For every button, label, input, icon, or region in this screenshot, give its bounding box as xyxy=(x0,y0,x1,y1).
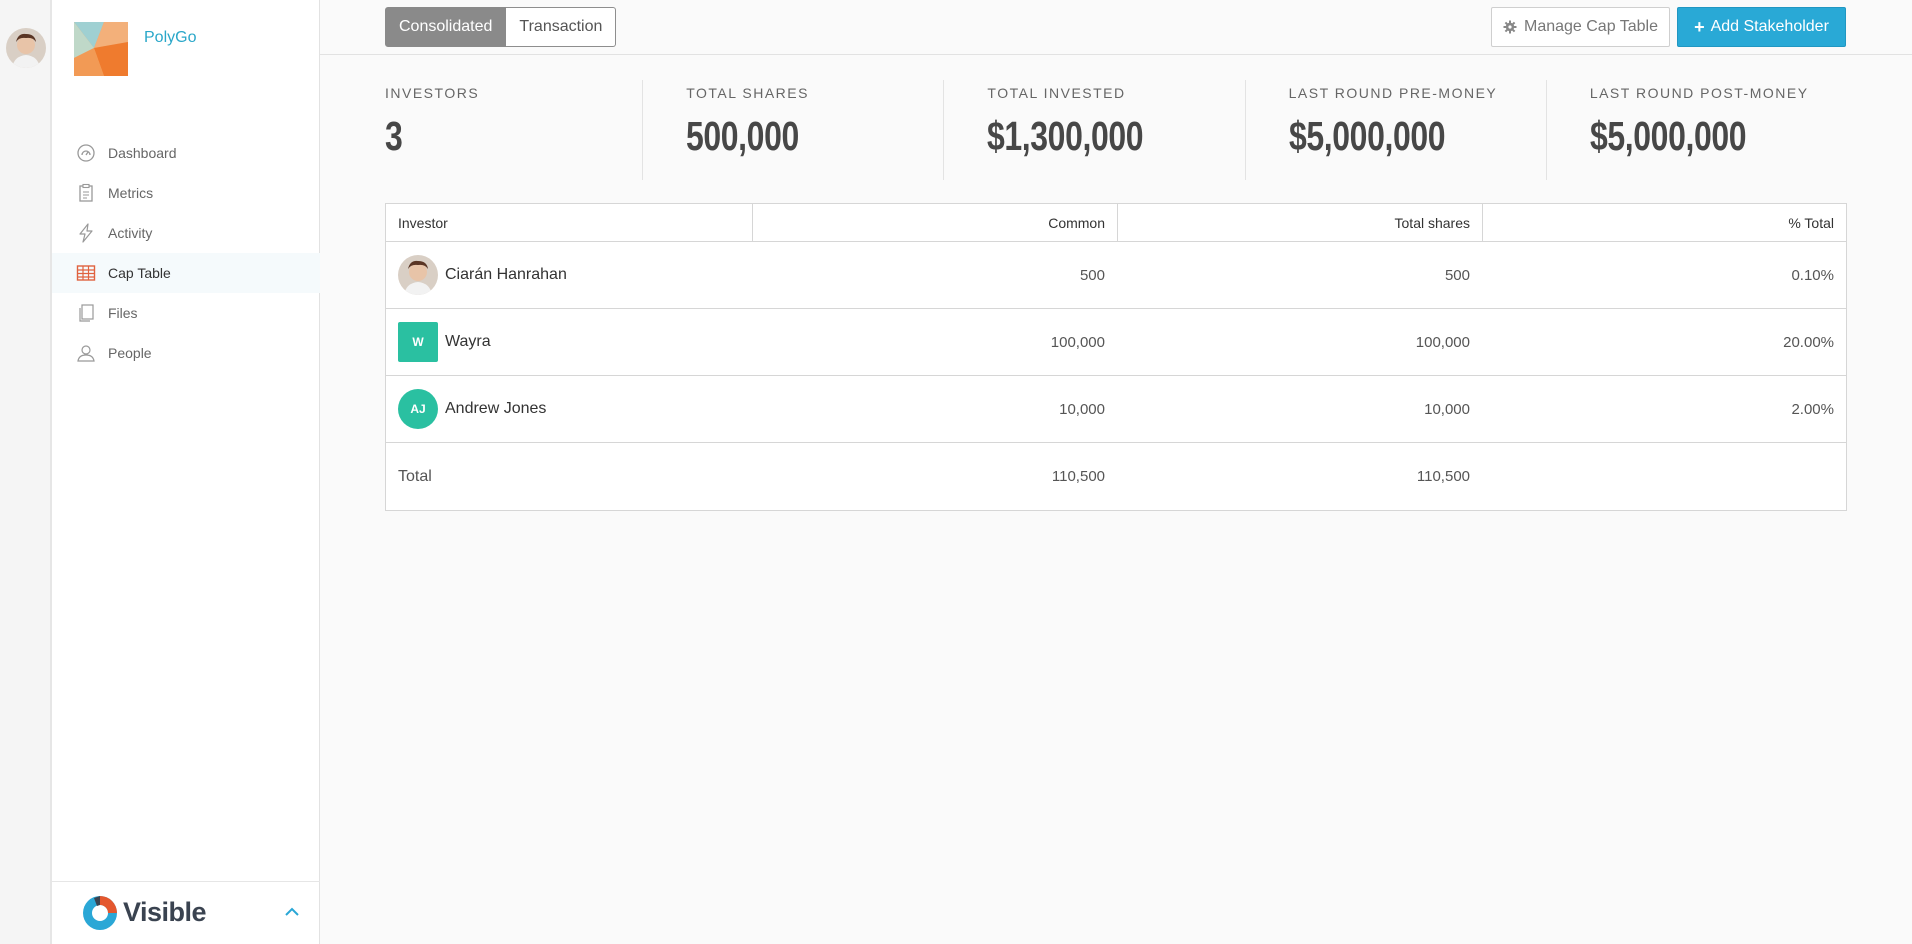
sidebar-nav: Dashboard Metrics Activity Cap Table Fil… xyxy=(52,133,320,373)
total-shares-total-cell: 110,500 xyxy=(1416,468,1470,485)
brand[interactable]: Visible xyxy=(80,892,207,932)
plus-icon: + xyxy=(1694,16,1705,37)
sidebar-item-label: Cap Table xyxy=(108,265,171,281)
investor-cell: Ciarán Hanrahan xyxy=(386,242,752,308)
stat-value: $5,000,000 xyxy=(1589,113,1747,159)
total-shares-cell: 10,000 xyxy=(1424,400,1470,418)
summary-stats: INVESTORS 3 TOTAL SHARES 500,000 TOTAL I… xyxy=(385,80,1847,180)
sidebar-item-label: Files xyxy=(108,305,138,321)
cap-table: Investor Common Total shares % Total Cia… xyxy=(385,203,1847,511)
files-icon xyxy=(79,304,94,322)
stat-value: 3 xyxy=(385,113,403,159)
stat-investors: INVESTORS 3 xyxy=(385,80,642,180)
sidebar: PolyGo Dashboard Metrics Activity Cap Ta… xyxy=(52,0,320,944)
common-cell: 100,000 xyxy=(1050,333,1105,351)
stat-value: $1,300,000 xyxy=(987,113,1144,159)
column-header-common[interactable]: Common xyxy=(752,204,1117,241)
company-logo xyxy=(74,22,128,76)
stat-pre-money: LAST ROUND PRE-MONEY $5,000,000 xyxy=(1244,80,1546,180)
investor-avatar xyxy=(398,255,438,295)
add-stakeholder-label: Add Stakeholder xyxy=(1710,18,1829,35)
investor-name[interactable]: Wayra xyxy=(445,333,491,351)
sidebar-footer: Visible xyxy=(52,881,320,944)
investor-cell: W Wayra xyxy=(386,309,752,375)
top-toolbar: Consolidated Transaction Manage Cap Tabl… xyxy=(320,0,1912,55)
clipboard-icon xyxy=(79,183,93,202)
people-icon xyxy=(77,345,95,362)
stat-total-invested: TOTAL INVESTED $1,300,000 xyxy=(943,80,1244,180)
table-total-row: Total 110,500 110,500 xyxy=(386,443,1846,510)
add-stakeholder-button[interactable]: + Add Stakeholder xyxy=(1677,7,1846,47)
lightning-icon xyxy=(79,223,93,243)
manage-cap-table-button[interactable]: Manage Cap Table xyxy=(1491,7,1670,47)
company-name[interactable]: PolyGo xyxy=(144,29,196,47)
brand-name: Visible xyxy=(123,896,207,927)
investor-avatar: W xyxy=(398,322,438,362)
stat-label: LAST ROUND PRE-MONEY xyxy=(1288,85,1498,101)
gear-icon xyxy=(1503,20,1517,34)
stat-label: TOTAL INVESTED xyxy=(987,85,1126,101)
sidebar-item-dashboard[interactable]: Dashboard xyxy=(52,133,320,173)
stat-value: 500,000 xyxy=(686,113,800,159)
common-cell: 500 xyxy=(1079,266,1105,284)
table-icon xyxy=(76,265,96,281)
sidebar-item-label: Activity xyxy=(108,225,153,241)
view-transaction-button[interactable]: Transaction xyxy=(506,7,617,47)
manage-cap-table-label: Manage Cap Table xyxy=(1523,18,1659,35)
sidebar-item-cap-table[interactable]: Cap Table xyxy=(52,253,320,293)
dashboard-icon xyxy=(77,144,95,162)
table-row[interactable]: AJ Andrew Jones 10,000 10,000 2.00% xyxy=(386,376,1846,443)
pct-total-cell: 2.00% xyxy=(1791,400,1834,418)
investor-name[interactable]: Ciarán Hanrahan xyxy=(445,266,567,284)
stat-total-shares: TOTAL SHARES 500,000 xyxy=(642,80,943,180)
sidebar-item-people[interactable]: People xyxy=(52,333,320,373)
view-toggle: Consolidated Transaction xyxy=(385,7,617,47)
column-header-investor[interactable]: Investor xyxy=(386,204,752,241)
stat-post-money: LAST ROUND POST-MONEY $5,000,000 xyxy=(1545,80,1847,180)
investor-cell: AJ Andrew Jones xyxy=(386,376,752,442)
total-label: Total xyxy=(398,467,432,485)
column-header-total-shares[interactable]: Total shares xyxy=(1117,204,1482,241)
visible-logo xyxy=(83,896,117,930)
sidebar-item-label: People xyxy=(108,345,152,361)
pct-total-cell: 0.10% xyxy=(1791,266,1834,284)
total-common-cell: 110,500 xyxy=(1051,468,1105,485)
view-consolidated-button[interactable]: Consolidated xyxy=(385,7,507,47)
total-label-cell: Total xyxy=(386,443,752,510)
sidebar-item-label: Dashboard xyxy=(108,145,177,161)
user-rail xyxy=(0,0,52,944)
total-shares-cell: 500 xyxy=(1444,266,1470,284)
stat-value: $5,000,000 xyxy=(1288,113,1446,159)
stat-label: LAST ROUND POST-MONEY xyxy=(1589,85,1809,101)
company-header[interactable]: PolyGo xyxy=(74,22,196,76)
table-header: Investor Common Total shares % Total xyxy=(386,204,1846,242)
pct-total-cell: 20.00% xyxy=(1783,333,1834,351)
table-row[interactable]: Ciarán Hanrahan 500 500 0.10% xyxy=(386,242,1846,309)
sidebar-item-metrics[interactable]: Metrics xyxy=(52,173,320,213)
stat-label: TOTAL SHARES xyxy=(686,85,809,101)
total-shares-cell: 100,000 xyxy=(1415,333,1470,351)
sidebar-item-files[interactable]: Files xyxy=(52,293,320,333)
total-pct-cell xyxy=(1482,443,1846,510)
investor-avatar: AJ xyxy=(398,389,438,429)
stat-label: INVESTORS xyxy=(385,85,480,101)
investor-name[interactable]: Andrew Jones xyxy=(445,400,546,418)
sidebar-item-label: Metrics xyxy=(108,185,154,201)
user-avatar[interactable] xyxy=(6,28,46,68)
sidebar-item-activity[interactable]: Activity xyxy=(52,213,320,253)
chevron-up-icon[interactable] xyxy=(282,902,302,922)
column-header-pct-total[interactable]: % Total xyxy=(1482,204,1846,241)
table-row[interactable]: W Wayra 100,000 100,000 20.00% xyxy=(386,309,1846,376)
common-cell: 10,000 xyxy=(1059,400,1105,418)
